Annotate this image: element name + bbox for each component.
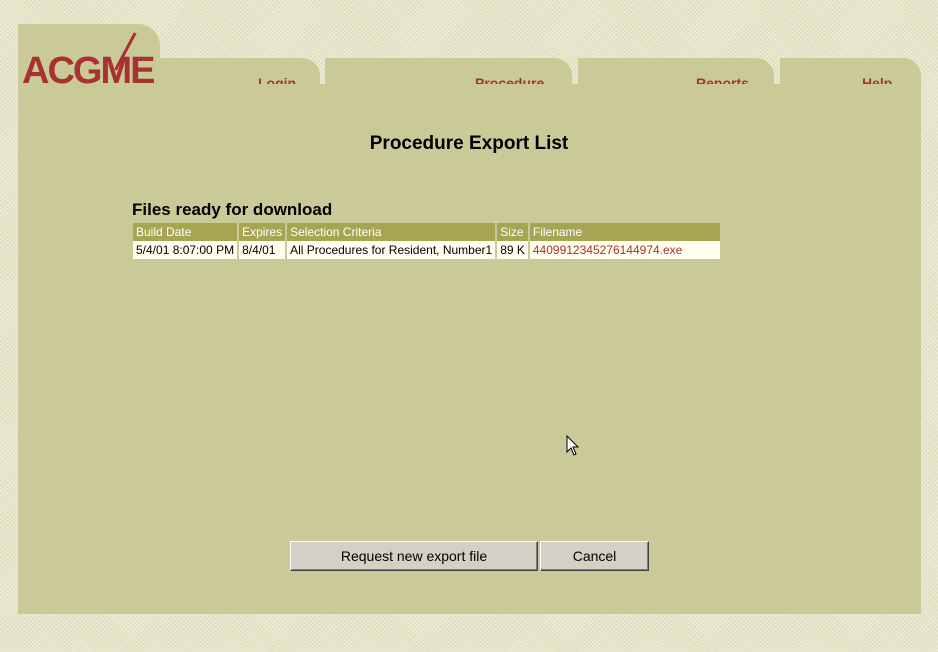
cell-build-date: 5/4/01 8:07:00 PM [133, 241, 238, 259]
col-selection-criteria: Selection Criteria [287, 223, 496, 241]
col-expires: Expires [239, 223, 286, 241]
content-panel [18, 84, 921, 614]
cell-size: 89 K [497, 241, 528, 259]
mouse-pointer-icon [566, 435, 580, 456]
col-size: Size [497, 223, 528, 241]
request-export-button[interactable]: Request new export file [290, 541, 538, 571]
table-row: 5/4/01 8:07:00 PM 8/4/01 All Procedures … [133, 241, 720, 259]
cell-expires: 8/4/01 [239, 241, 286, 259]
cell-criteria: All Procedures for Resident, Number1 [287, 241, 496, 259]
export-files-table: Build Date Expires Selection Criteria Si… [131, 223, 722, 259]
page-title: Procedure Export List [369, 133, 569, 154]
table-header-row: Build Date Expires Selection Criteria Si… [133, 223, 720, 241]
col-build-date: Build Date [133, 223, 238, 241]
cancel-button[interactable]: Cancel [540, 541, 649, 571]
section-title: Files ready for download [132, 200, 333, 219]
col-filename: Filename [529, 223, 720, 241]
filename-link[interactable]: 4409912345276144974.exe [533, 243, 682, 257]
cell-filename: 4409912345276144974.exe [529, 241, 720, 259]
